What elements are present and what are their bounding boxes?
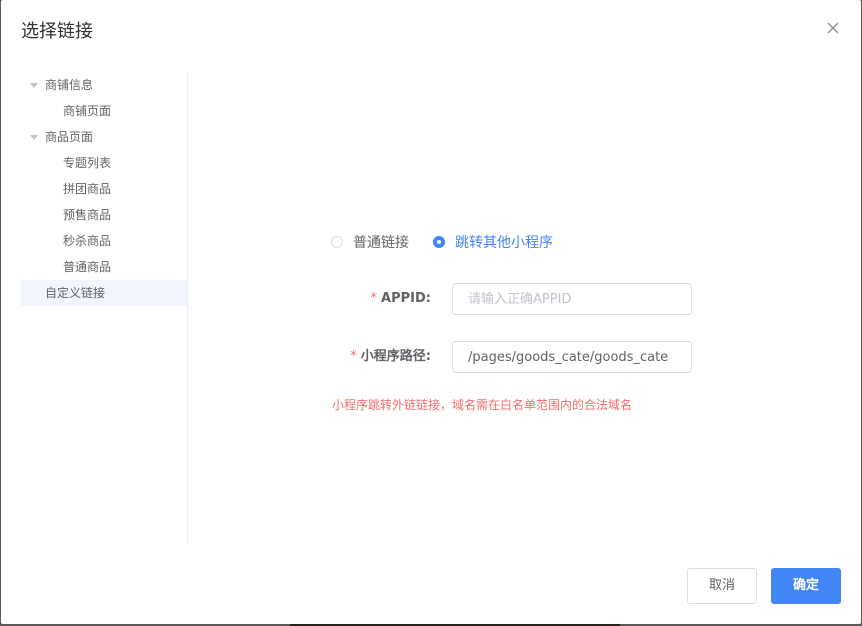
appid-label: * APPID: (371, 283, 431, 315)
tree-node-label: 商铺信息 (45, 78, 94, 92)
path-label-text: 小程序路径: (360, 349, 431, 364)
tree-node-label: 商品页面 (45, 130, 94, 144)
link-picker-dialog: 选择链接 商铺信息 商铺页面 商品页面 专题列表 拼团商品 预售商品 秒杀商品 (1, 0, 861, 624)
confirm-button[interactable]: 确定 (771, 568, 841, 604)
radio-label: 普通链接 (353, 235, 409, 251)
caret-down-icon[interactable] (30, 83, 38, 88)
tree-node-presale-goods[interactable]: 预售商品 (21, 202, 187, 228)
tree-node-normal-goods[interactable]: 普通商品 (21, 254, 187, 280)
path-label: * 小程序路径: (350, 341, 431, 373)
radio-checked-icon[interactable] (433, 236, 445, 248)
form-row-appid: * APPID: (189, 283, 861, 315)
tree-node-label: 自定义链接 (45, 286, 106, 300)
appid-label-text: APPID: (381, 291, 431, 306)
close-icon (827, 22, 839, 34)
radio-other-miniprogram[interactable]: 跳转其他小程序 (433, 232, 553, 252)
tree-node-label: 商铺页面 (63, 104, 112, 118)
tree-node-label: 拼团商品 (63, 182, 112, 196)
radio-label: 跳转其他小程序 (455, 235, 553, 251)
tree-node-topic-list[interactable]: 专题列表 (21, 150, 187, 176)
link-type-radio-group: 普通链接 跳转其他小程序 (331, 232, 577, 252)
required-mark: * (350, 349, 357, 364)
path-input[interactable] (452, 341, 692, 373)
tree-node-label: 预售商品 (63, 208, 112, 222)
tree-node-flash-sale-goods[interactable]: 秒杀商品 (21, 228, 187, 254)
tree-node-custom-link[interactable]: 自定义链接 (21, 280, 187, 306)
tree-node-label: 普通商品 (63, 260, 112, 274)
link-category-tree: 商铺信息 商铺页面 商品页面 专题列表 拼团商品 预售商品 秒杀商品 普通商品 … (21, 72, 188, 544)
radio-unchecked-icon[interactable] (331, 236, 343, 248)
tree-node-label: 秒杀商品 (63, 234, 112, 248)
required-mark: * (370, 291, 378, 306)
appid-input[interactable] (452, 283, 692, 315)
custom-link-form: 普通链接 跳转其他小程序 *APPID: *小程序路径: 小程序跳转外链链接，域… (189, 72, 861, 544)
cancel-button[interactable]: 取消 (687, 568, 757, 604)
tree-node-goods-page[interactable]: 商品页面 (21, 124, 187, 150)
tree-node-label: 专题列表 (63, 156, 112, 170)
tree-node-group-goods[interactable]: 拼团商品 (21, 176, 187, 202)
dialog-title: 选择链接 (21, 21, 93, 42)
tree-node-shop-info[interactable]: 商铺信息 (21, 72, 187, 98)
radio-normal-link[interactable]: 普通链接 (331, 232, 409, 252)
hint-text: 小程序跳转外链链接，域名需在白名单范围内的合法域名 (332, 398, 633, 412)
close-button[interactable] (823, 18, 843, 38)
form-row-path: * 小程序路径: (189, 341, 861, 373)
caret-down-icon[interactable] (30, 135, 38, 140)
tree-node-shop-page[interactable]: 商铺页面 (21, 98, 187, 124)
